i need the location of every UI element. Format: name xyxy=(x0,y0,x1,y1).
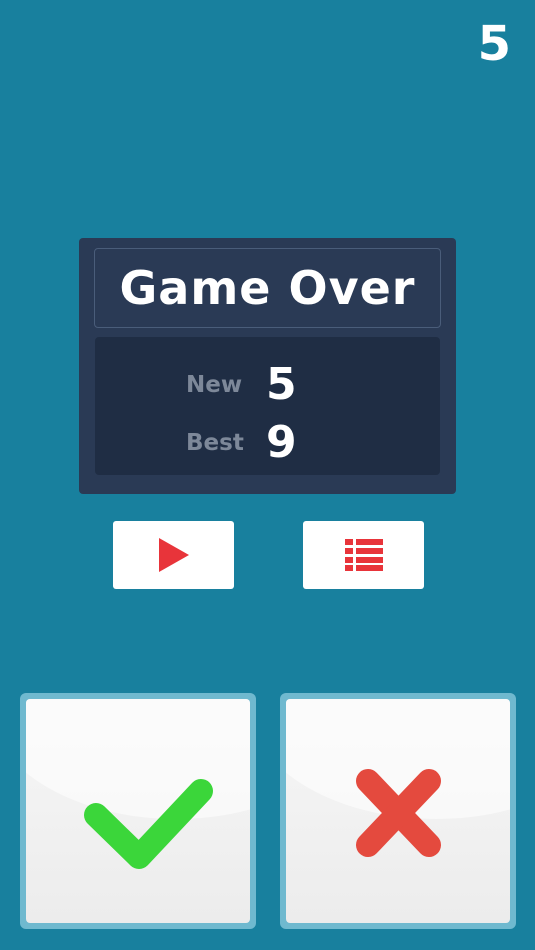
play-icon xyxy=(158,538,189,572)
new-score-row: New 5 xyxy=(186,359,297,410)
no-button-face xyxy=(286,699,510,923)
list-icon xyxy=(344,539,383,571)
game-over-panel: Game Over New 5 Best 9 xyxy=(79,238,456,494)
new-score-label: New xyxy=(186,371,243,398)
best-score-label: Best xyxy=(186,429,244,456)
leaderboard-button[interactable] xyxy=(303,521,424,589)
cross-icon xyxy=(356,769,441,857)
best-score-row: Best 9 xyxy=(186,417,297,468)
best-score-value: 9 xyxy=(266,417,297,468)
yes-button-face xyxy=(26,699,250,923)
scores-box: New 5 Best 9 xyxy=(95,337,440,475)
check-icon xyxy=(84,779,213,869)
new-score-value: 5 xyxy=(266,359,297,410)
current-score: 5 xyxy=(477,16,511,72)
no-button[interactable] xyxy=(280,693,516,929)
yes-button[interactable] xyxy=(20,693,256,929)
game-over-title: Game Over xyxy=(94,248,441,328)
play-button[interactable] xyxy=(113,521,234,589)
